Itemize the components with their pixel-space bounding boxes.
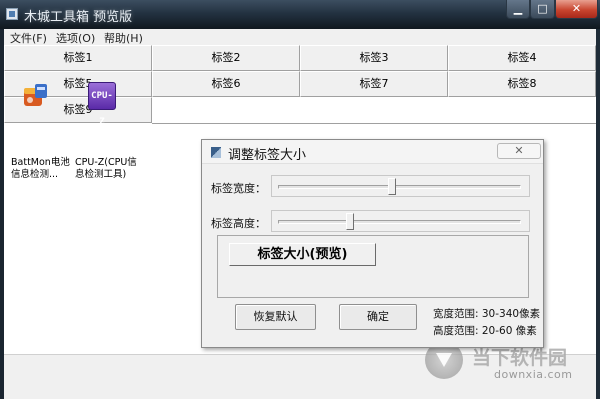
cpuz-label-line1: CPU-Z(CPU信 xyxy=(75,157,137,168)
dialog-close-button[interactable]: ✕ xyxy=(497,143,541,159)
menu-options[interactable]: 选项(O) xyxy=(56,30,95,46)
slider-track xyxy=(278,185,521,189)
menu-help[interactable]: 帮助(H) xyxy=(104,30,143,46)
height-range-text: 高度范围: 20-60 像素 xyxy=(433,325,537,337)
restore-default-button[interactable]: 恢复默认 xyxy=(235,304,316,330)
tab-7[interactable]: 标签7 xyxy=(300,71,448,97)
menu-bar: 文件(F) 选项(O) 帮助(H) xyxy=(4,29,596,45)
slider-thumb[interactable] xyxy=(388,178,396,195)
window-title: 木城工具箱 预览版 xyxy=(24,10,133,25)
maximize-button[interactable]: □ xyxy=(530,0,555,19)
tag-height-slider[interactable] xyxy=(271,210,530,232)
preview-panel: 标签大小(预览) xyxy=(217,235,529,298)
battmon-icon xyxy=(24,84,47,106)
preview-tag: 标签大小(预览) xyxy=(229,243,376,266)
window-border xyxy=(596,29,600,399)
tab-8[interactable]: 标签8 xyxy=(448,71,596,97)
tab-4[interactable]: 标签4 xyxy=(448,45,596,71)
menu-file[interactable]: 文件(F) xyxy=(10,30,47,46)
tab-1[interactable]: 标签1 xyxy=(4,45,152,71)
minimize-button[interactable]: ▁ xyxy=(506,0,530,19)
slider-track xyxy=(278,220,521,224)
tag-width-slider[interactable] xyxy=(271,175,530,197)
tab-3[interactable]: 标签3 xyxy=(300,45,448,71)
width-range-text: 宽度范围: 30-340像素 xyxy=(433,308,541,320)
tab-2[interactable]: 标签2 xyxy=(152,45,300,71)
main-window: 木城工具箱 预览版 ▁ □ ✕ 文件(F) 选项(O) 帮助(H) 标签1 标签… xyxy=(0,0,600,399)
slider-thumb[interactable] xyxy=(346,213,354,230)
title-bar[interactable]: 木城工具箱 预览版 ▁ □ ✕ xyxy=(0,0,600,29)
tab-strip-divider xyxy=(152,123,596,124)
dialog-title: 调整标签大小 xyxy=(228,148,307,163)
app-icon xyxy=(6,8,18,20)
watermark-url: downxia.com xyxy=(494,368,573,381)
ok-button[interactable]: 确定 xyxy=(339,304,417,330)
tab-6[interactable]: 标签6 xyxy=(152,71,300,97)
dialog-app-icon xyxy=(211,147,221,158)
width-label: 标签宽度： xyxy=(211,182,266,195)
cpuz-icon: CPU-Z xyxy=(88,82,116,127)
close-button[interactable]: ✕ xyxy=(555,0,598,19)
dialog-title-bar[interactable]: 调整标签大小 ✕ xyxy=(202,140,543,164)
resize-tab-dialog: 调整标签大小 ✕ 标签宽度： 标签高度： 标签大小(预览) 恢复默认 确定 宽度… xyxy=(201,139,544,348)
battmon-label-line1: BattMon电池 xyxy=(11,157,70,168)
cpuz-label-line2: 息检测工具) xyxy=(75,169,127,180)
battmon-label-line2: 信息检测... xyxy=(11,169,59,180)
height-label: 标签高度： xyxy=(211,217,266,230)
